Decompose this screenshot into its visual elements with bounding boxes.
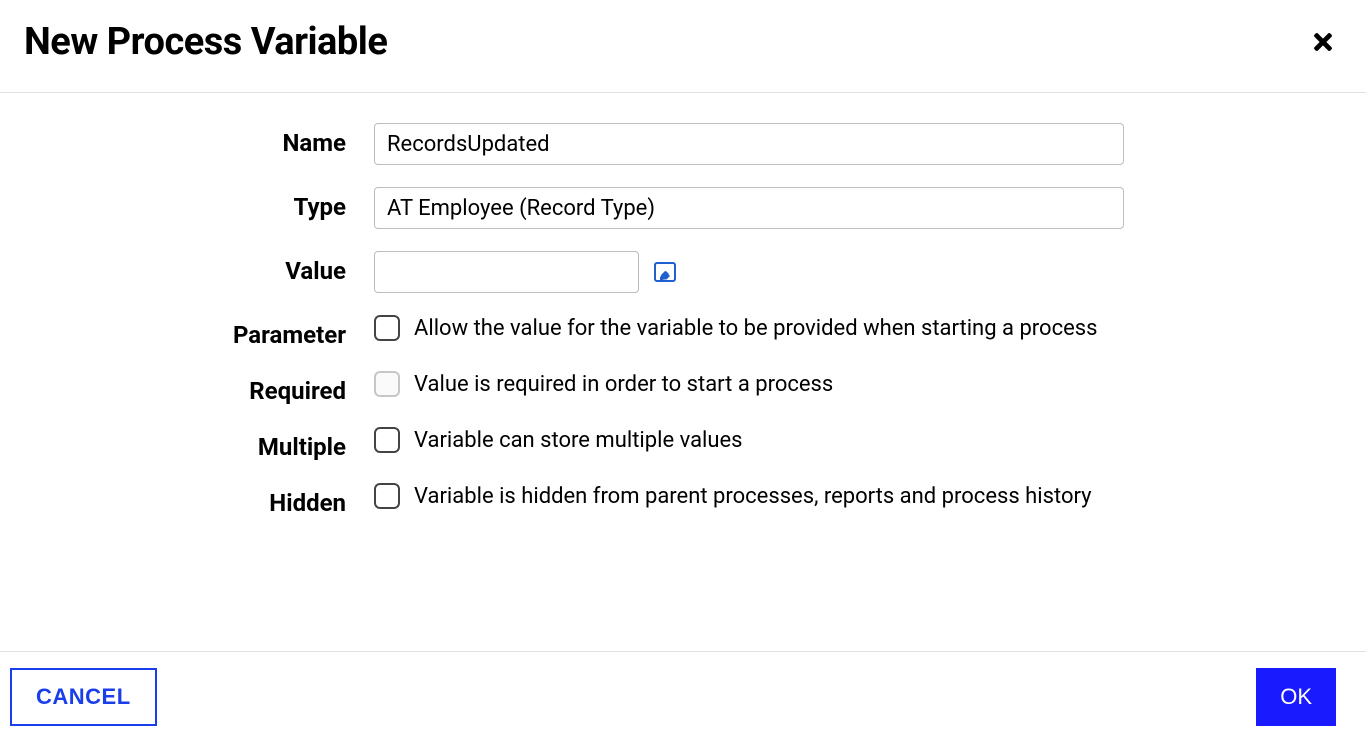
cancel-button[interactable]: CANCEL [10, 668, 157, 726]
dialog-header: New Process Variable [0, 0, 1366, 93]
label-value: Value [24, 251, 374, 285]
row-multiple: Multiple Variable can store multiple val… [24, 427, 1342, 461]
row-hidden: Hidden Variable is hidden from parent pr… [24, 483, 1342, 517]
hidden-description: Variable is hidden from parent processes… [414, 484, 1092, 509]
edit-expression-icon[interactable] [653, 260, 677, 284]
label-type: Type [24, 187, 374, 221]
parameter-description: Allow the value for the variable to be p… [414, 316, 1097, 341]
row-type: Type [24, 187, 1342, 229]
value-input[interactable] [374, 251, 639, 293]
parameter-checkbox[interactable] [374, 315, 400, 341]
close-icon[interactable] [1310, 29, 1336, 55]
multiple-checkbox[interactable] [374, 427, 400, 453]
row-name: Name [24, 123, 1342, 165]
row-required: Required Value is required in order to s… [24, 371, 1342, 405]
dialog-body: Name Type Value [0, 93, 1366, 651]
required-checkbox [374, 371, 400, 397]
hidden-checkbox[interactable] [374, 483, 400, 509]
row-parameter: Parameter Allow the value for the variab… [24, 315, 1342, 349]
new-process-variable-dialog: New Process Variable Name Type Value [0, 0, 1366, 736]
name-input[interactable] [374, 123, 1124, 165]
label-multiple: Multiple [24, 427, 374, 461]
ok-button[interactable]: OK [1256, 668, 1336, 726]
row-value: Value [24, 251, 1342, 293]
label-parameter: Parameter [24, 315, 374, 349]
multiple-description: Variable can store multiple values [414, 428, 743, 453]
type-input[interactable] [374, 187, 1124, 229]
required-description: Value is required in order to start a pr… [414, 372, 833, 397]
dialog-footer: CANCEL OK [0, 651, 1366, 736]
label-hidden: Hidden [24, 483, 374, 517]
label-name: Name [24, 123, 374, 157]
dialog-title: New Process Variable [24, 20, 387, 64]
label-required: Required [24, 371, 374, 405]
